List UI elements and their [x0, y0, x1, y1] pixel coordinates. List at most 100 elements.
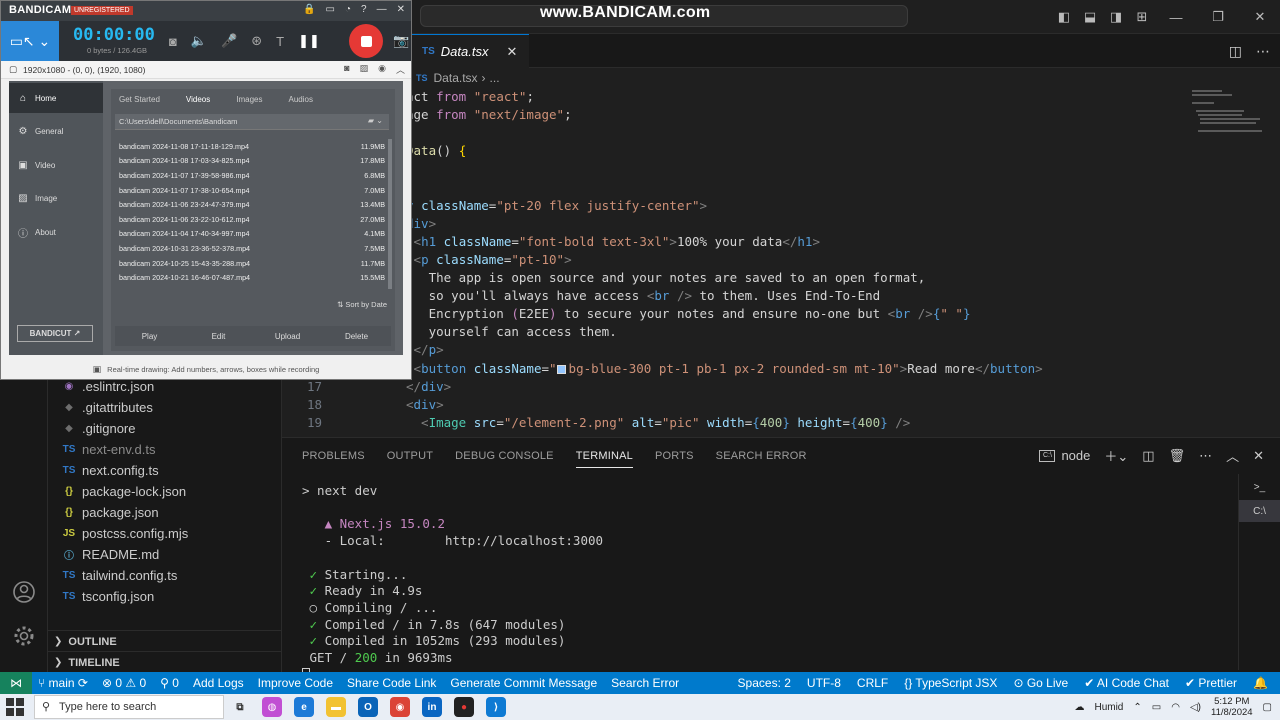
panel-tab[interactable]: SEARCH ERROR	[716, 450, 807, 462]
vscode-icon[interactable]: ⟩	[486, 697, 506, 717]
close-window-button[interactable]: ✕	[1240, 9, 1280, 25]
status-item[interactable]: UTF-8	[807, 676, 841, 690]
file-tree-item[interactable]: TS next.config.ts	[48, 460, 282, 481]
image-icon[interactable]: ▨	[360, 63, 369, 76]
panel-tab[interactable]: PROBLEMS	[302, 450, 365, 462]
ports-count[interactable]: ⚲ 0	[160, 676, 179, 690]
split-terminal-icon[interactable]: ◫	[1142, 448, 1154, 464]
status-item[interactable]: ⊙ Go Live	[1013, 676, 1068, 690]
color-swatch-icon[interactable]	[556, 364, 566, 374]
screenshot-camera-icon[interactable]: 📷	[393, 33, 409, 49]
file-tree-item[interactable]: JS postcss.config.mjs	[48, 523, 282, 544]
recording-row[interactable]: bandicam 2024-11-08 17-11-18-129.mp4 11.9…	[115, 139, 385, 154]
stop-recording-button[interactable]	[349, 24, 383, 58]
recording-row[interactable]: bandicam 2024-11-04 17-40-34-997.mp4 4.1M…	[115, 227, 385, 242]
file-tree-item[interactable]: TS next-env.d.ts	[48, 439, 282, 460]
bandicut-button[interactable]: BANDICUT ↗	[17, 325, 93, 342]
tab-videos[interactable]: Videos	[186, 95, 210, 104]
restore-button[interactable]: ❐	[1198, 9, 1238, 25]
tab-get-started[interactable]: Get Started	[119, 95, 160, 104]
speaker-icon[interactable]: 🔈	[191, 33, 207, 49]
branch-item[interactable]: ⑂ main ⟳	[38, 676, 88, 690]
terminal-instance-icon[interactable]: C:\	[1239, 500, 1280, 522]
webcam-overlay-icon[interactable]: ◙	[344, 63, 349, 76]
weather-label[interactable]: Humid	[1094, 702, 1123, 713]
status-item[interactable]: CRLF	[857, 676, 888, 690]
file-tree-item[interactable]: {} package.json	[48, 502, 282, 523]
recording-row[interactable]: bandicam 2024-10-21 16-46-07-487.mp4 15.5…	[115, 270, 385, 285]
toggle-secondary-sidebar-icon[interactable]: ◨	[1104, 9, 1128, 25]
mouse-icon[interactable]: ⊛	[251, 33, 262, 49]
file-tree-item[interactable]: {} package-lock.json	[48, 481, 282, 502]
close-icon[interactable]: ✕	[397, 4, 405, 15]
sort-by-date[interactable]: ⇅ Sort by Date	[337, 300, 387, 309]
toggle-sidebar-icon[interactable]: ◧	[1052, 9, 1076, 25]
status-item[interactable]: Search Error	[611, 676, 679, 690]
copilot-icon[interactable]: ◍	[262, 697, 282, 717]
status-item[interactable]: Add Logs	[193, 676, 244, 690]
weather-icon[interactable]: ☁	[1074, 702, 1084, 713]
volume-icon[interactable]: ◁)	[1190, 702, 1201, 713]
file-tree-item[interactable]: ◆ .gitignore	[48, 418, 282, 439]
wifi-icon[interactable]: ◠	[1171, 702, 1180, 713]
nav-item-image[interactable]: ▨ Image	[9, 184, 103, 214]
status-item[interactable]: {} TypeScript JSX	[904, 676, 997, 690]
close-panel-icon[interactable]: ✕	[1253, 448, 1264, 464]
collapse-icon[interactable]: ︿	[396, 63, 405, 76]
status-item[interactable]: ✔ Prettier	[1185, 676, 1237, 690]
chrome-icon[interactable]: ◉	[390, 697, 410, 717]
status-item[interactable]: Spaces: 2	[738, 676, 791, 690]
toggle-panel-icon[interactable]: ⬓	[1078, 9, 1102, 25]
tab-images[interactable]: Images	[236, 95, 262, 104]
task-view-icon[interactable]: ⧉	[230, 697, 250, 717]
tab-audios[interactable]: Audios	[288, 95, 312, 104]
notification-icon[interactable]: ▢	[1263, 702, 1272, 713]
status-item[interactable]: ✔ AI Code Chat	[1084, 676, 1169, 690]
split-editor-icon[interactable]: ◫	[1229, 43, 1242, 60]
outlook-icon[interactable]: O	[358, 697, 378, 717]
minimize-icon[interactable]: —	[377, 4, 387, 15]
edit-button[interactable]: Edit	[184, 326, 253, 346]
kill-terminal-icon[interactable]: 🗑	[1169, 448, 1186, 464]
microphone-icon[interactable]: 🎤	[221, 33, 237, 49]
recording-row[interactable]: bandicam 2024-10-25 15-43-35-288.mp4 11.7…	[115, 256, 385, 271]
network-icon[interactable]: ▭	[1152, 702, 1161, 713]
panel-tab[interactable]: TERMINAL	[575, 450, 633, 468]
output-folder-path[interactable]: C:\Users\dell\Documents\Bandicam ▰ ⌄	[115, 114, 389, 130]
text-icon[interactable]: T	[276, 34, 284, 49]
manage-gear-icon[interactable]	[0, 614, 48, 658]
terminal-instance-icon[interactable]: >_	[1239, 476, 1280, 498]
file-tree-item[interactable]: ⓘ README.md	[48, 544, 282, 565]
panel-tab[interactable]: DEBUG CONSOLE	[455, 450, 554, 462]
linkedin-icon[interactable]: in	[422, 697, 442, 717]
recording-row[interactable]: bandicam 2024-11-08 17-03-34-825.mp4 17.8…	[115, 154, 385, 169]
recording-row[interactable]: bandicam 2024-11-06 23-22-10-612.mp4 27.0…	[115, 212, 385, 227]
status-item[interactable]: Improve Code	[258, 676, 333, 690]
outline-section-header[interactable]: ❯ OUTLINE	[48, 630, 282, 652]
file-explorer-icon[interactable]: ▬	[326, 697, 346, 717]
lock-icon[interactable]: 🔒	[303, 4, 315, 15]
unregistered-badge[interactable]: UNREGISTERED	[71, 6, 133, 15]
accounts-icon[interactable]	[0, 570, 48, 614]
upload-button[interactable]: Upload	[253, 326, 322, 346]
nav-item-video[interactable]: ▣ Video	[9, 150, 103, 180]
folder-icon[interactable]: ▭	[326, 4, 335, 15]
audio-icon[interactable]: ◉	[378, 63, 386, 76]
recording-row[interactable]: bandicam 2024-11-07 17-39-58-986.mp4 6.8M…	[115, 168, 385, 183]
minimize-button[interactable]: —	[1156, 10, 1196, 25]
pause-icon[interactable]: ❚❚	[298, 33, 320, 49]
status-item[interactable]: 🔔	[1253, 676, 1268, 690]
nav-item-about[interactable]: ⓘ About	[9, 217, 103, 247]
nav-item-general[interactable]: ⚙ General	[9, 117, 103, 147]
terminal-shell-selector[interactable]: C:\ node	[1039, 448, 1090, 463]
webcam-icon[interactable]: ◙	[169, 34, 177, 49]
recording-row[interactable]: bandicam 2024-11-07 17-38-10-654.mp4 7.0M…	[115, 183, 385, 198]
minimap[interactable]	[1190, 88, 1270, 436]
remote-indicator-icon[interactable]: ⋈	[0, 672, 32, 694]
file-tree-item[interactable]: ◆ .gitattributes	[48, 397, 282, 418]
terminal-output[interactable]: > next dev ▲ Next.js 15.0.2 - Local: htt…	[302, 474, 1222, 683]
edge-icon[interactable]: e	[294, 697, 314, 717]
clock[interactable]: 5:12 PM 11/8/2024	[1211, 696, 1253, 718]
recording-row[interactable]: bandicam 2024-11-06 23-24-47-379.mp4 13.4…	[115, 197, 385, 212]
bandicam-icon[interactable]: ●	[454, 697, 474, 717]
